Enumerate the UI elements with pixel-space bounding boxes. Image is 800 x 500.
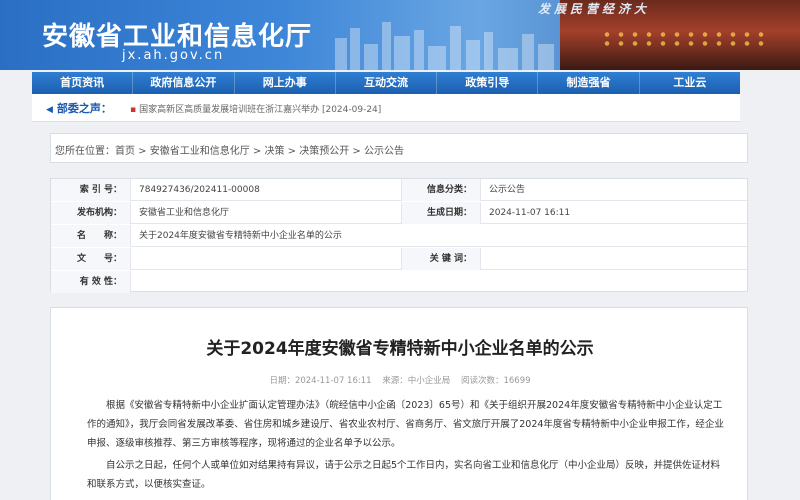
breadcrumb-pre-disclosure[interactable]: 决策预公开 bbox=[299, 146, 349, 157]
index-value: 784927436/202411-00008 bbox=[139, 185, 260, 195]
document-info-table: 索 引 号： 784927436/202411-00008 信息分类： 公示公告… bbox=[50, 178, 749, 293]
nav-item-home[interactable]: 首页资讯 bbox=[32, 72, 134, 94]
nav-item-industry-cloud[interactable]: 工业云 bbox=[640, 72, 740, 94]
keyword-value bbox=[481, 248, 489, 270]
ticker-label-text: 部委之声： bbox=[56, 102, 112, 115]
ticker-news-text[interactable]: 国家高新区高质量发展培训班在浙江嘉兴举办 [2024-09-24] bbox=[139, 105, 381, 115]
nav-item-policy[interactable]: 政策引导 bbox=[437, 72, 539, 94]
arrow-icon: ◀ bbox=[46, 105, 53, 115]
nav-item-interaction[interactable]: 互动交流 bbox=[336, 72, 438, 94]
info-row-doc-number: 文 号： 关 键 词： bbox=[51, 248, 749, 270]
site-url: jx.ah.gov.cn bbox=[122, 48, 225, 63]
breadcrumb-prefix: 您所在位置： bbox=[55, 146, 115, 157]
doc-number-value bbox=[131, 248, 139, 270]
skyline-graphic bbox=[335, 22, 554, 70]
ticker-news-link[interactable]: ▪ 国家高新区高质量发展培训班在浙江嘉兴举办 [2024-09-24] bbox=[130, 102, 381, 115]
nav-item-manufacturing[interactable]: 制造强省 bbox=[538, 72, 640, 94]
breadcrumb: 您所在位置：首页 > 安徽省工业和信息化厅 > 决策 > 决策预公开 > 公示公… bbox=[55, 146, 404, 157]
main-nav: 首页资讯 政府信息公开 网上办事 互动交流 政策引导 制造强省 工业云 bbox=[32, 72, 740, 94]
meta-source: 来源：中小企业局 bbox=[382, 376, 451, 386]
validity-value bbox=[131, 271, 139, 293]
info-row-name: 名 称： 关于2024年度安徽省专精特新中小企业名单的公示 bbox=[51, 225, 749, 247]
name-label: 名 称： bbox=[51, 225, 131, 247]
article-body: 关于2024年度安徽省专精特新中小企业名单的公示 日期：2024-11-07 1… bbox=[50, 307, 748, 500]
date-label: 生成日期： bbox=[401, 202, 481, 224]
bullet-icon: ▪ bbox=[130, 105, 137, 115]
article-paragraph-2: 自公示之日起，任何个人或单位如对结果持有异议，请于公示之日起5个工作日内，实名向… bbox=[87, 460, 721, 490]
ticker-label: ◀ 部委之声： bbox=[46, 100, 112, 116]
breadcrumb-box: 您所在位置：首页 > 安徽省工业和信息化厅 > 决策 > 决策预公开 > 公示公… bbox=[50, 133, 748, 163]
name-value: 关于2024年度安徽省专精特新中小企业名单的公示 bbox=[139, 231, 342, 241]
info-row-validity: 有 效 性： bbox=[51, 271, 749, 293]
date-value: 2024-11-07 16:11 bbox=[489, 208, 571, 218]
article-paragraph-1: 根据《安徽省专精特新中小企业扩面认定管理办法》（皖经信中小企函〔2023〕65号… bbox=[87, 400, 724, 449]
banner-caption: 发展民营经济大 bbox=[538, 2, 651, 16]
validity-label: 有 效 性： bbox=[51, 271, 131, 293]
meta-date: 日期：2024-11-07 16:11 bbox=[269, 376, 372, 386]
news-ticker: ◀ 部委之声： ▪ 国家高新区高质量发展培训班在浙江嘉兴举办 [2024-09-24… bbox=[32, 94, 740, 122]
doc-number-label: 文 号： bbox=[51, 248, 131, 270]
keyword-label: 关 键 词： bbox=[401, 248, 481, 270]
publisher-label: 发布机构： bbox=[51, 202, 131, 224]
category-value: 公示公告 bbox=[489, 185, 526, 195]
info-row-publisher: 发布机构： 安徽省工业和信息化厅 生成日期： 2024-11-07 16:11 bbox=[51, 202, 749, 224]
breadcrumb-department[interactable]: 安徽省工业和信息化厅 bbox=[150, 146, 250, 157]
article-title: 关于2024年度安徽省专精特新中小企业名单的公示 bbox=[206, 339, 594, 359]
article-meta: 日期：2024-11-07 16:11 来源：中小企业局 阅读次数：16699 bbox=[51, 374, 749, 386]
category-label: 信息分类： bbox=[401, 179, 481, 201]
nav-item-gov-info[interactable]: 政府信息公开 bbox=[133, 72, 235, 94]
banner-photo-lights bbox=[600, 30, 770, 48]
breadcrumb-home[interactable]: 首页 bbox=[115, 146, 135, 157]
nav-item-online-service[interactable]: 网上办事 bbox=[235, 72, 336, 94]
publisher-value: 安徽省工业和信息化厅 bbox=[139, 208, 230, 218]
info-row-index: 索 引 号： 784927436/202411-00008 信息分类： 公示公告 bbox=[51, 179, 749, 201]
breadcrumb-notice[interactable]: 公示公告 bbox=[364, 146, 404, 157]
breadcrumb-decision[interactable]: 决策 bbox=[265, 146, 285, 157]
header-banner: 发展民营经济大 安徽省工业和信息化厅 jx.ah.gov.cn bbox=[0, 0, 800, 70]
index-label: 索 引 号： bbox=[51, 179, 131, 201]
meta-views: 阅读次数：16699 bbox=[460, 376, 531, 386]
